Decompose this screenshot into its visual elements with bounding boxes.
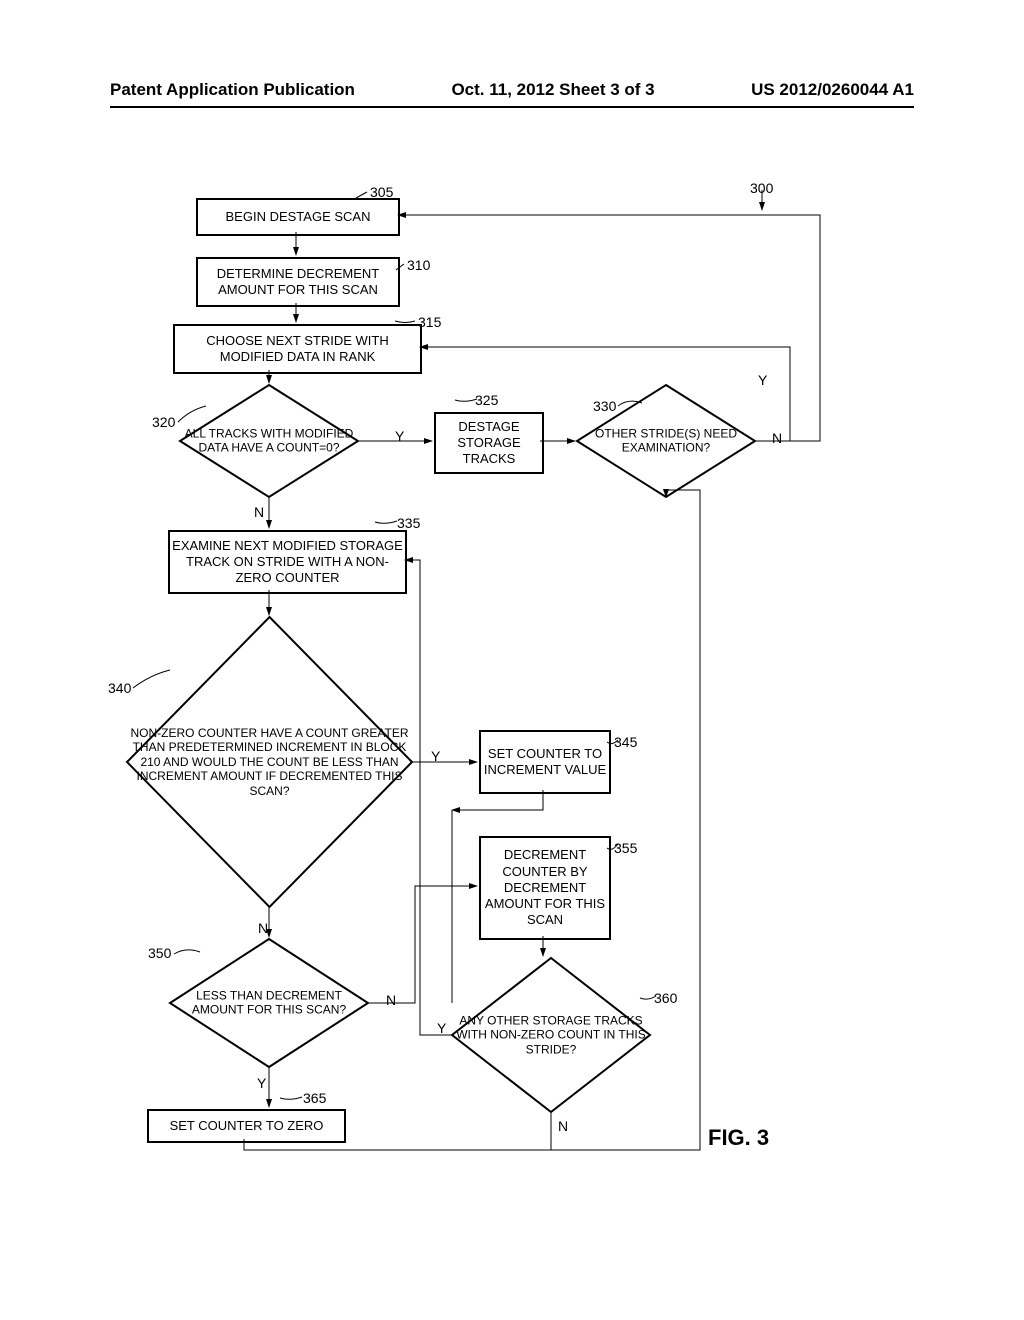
header-left: Patent Application Publication	[110, 80, 355, 100]
header-right: US 2012/0260044 A1	[751, 80, 914, 100]
connectors	[0, 150, 1024, 1250]
header-center: Oct. 11, 2012 Sheet 3 of 3	[451, 80, 654, 100]
header-rule	[110, 106, 914, 108]
